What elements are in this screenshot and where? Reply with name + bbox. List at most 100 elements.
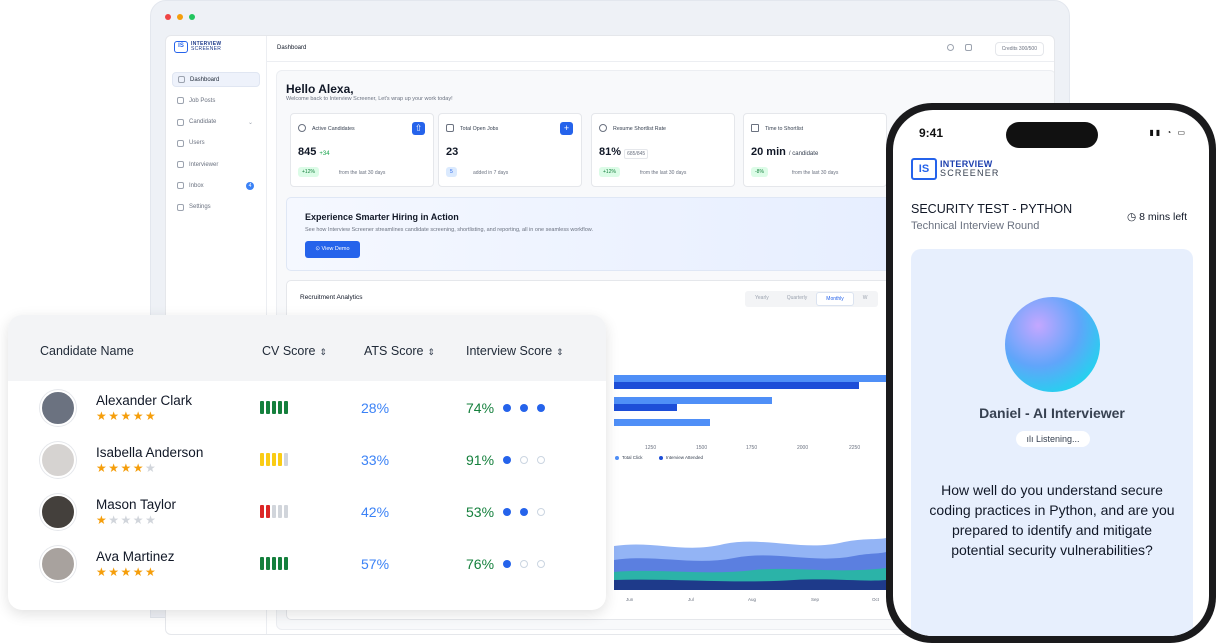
stat-card-active-candidates: Active Candidates ⇧ 845 +34 +12% from th…: [290, 113, 434, 187]
briefcase-icon: [177, 97, 184, 105]
sort-icon: ⇕: [556, 347, 564, 357]
stat-label: Resume Shortlist Rate: [613, 126, 666, 132]
timer: ◷ 8 mins left: [1127, 211, 1187, 223]
trend-note: added in 7 days: [473, 170, 509, 176]
interviewer-name: Daniel - AI Interviewer: [979, 405, 1125, 421]
x-tick: 1250: [645, 445, 657, 451]
interviewer-panel: Daniel - AI Interviewer ılı Listening...…: [911, 249, 1193, 636]
upload-button[interactable]: ⇧: [412, 122, 425, 135]
stat-value: 845 +34: [298, 146, 330, 158]
user-icon: [298, 124, 306, 132]
period-monthly[interactable]: Monthly: [816, 292, 854, 306]
view-demo-button[interactable]: ⊙ View Demo: [305, 241, 360, 258]
x-tick: 2000: [797, 445, 809, 451]
interview-question: How well do you understand secure coding…: [929, 482, 1175, 558]
status-time: 9:41: [919, 126, 944, 140]
month-tick: Oct: [872, 597, 880, 602]
candidate-name[interactable]: Ava Martinez: [96, 549, 175, 564]
sidebar-item-dashboard[interactable]: Dashboard: [172, 72, 260, 87]
candidate-table-card: Candidate Name CV Score ⇕ ATS Score ⇕ Inte…: [8, 315, 606, 610]
check-circle-icon: [599, 124, 607, 132]
period-quarterly[interactable]: Quarterly: [778, 292, 817, 306]
close-dot[interactable]: [165, 14, 171, 20]
stat-number: 20 min: [751, 146, 786, 158]
table-row[interactable]: Isabella Anderson ★★★★★ 33% 91%: [8, 438, 606, 490]
banner-text: See how Interview Screener streamlines c…: [305, 227, 593, 233]
dynamic-island: [1006, 122, 1098, 148]
cv-score-bars: [260, 557, 288, 570]
sidebar-item-label: Settings: [189, 204, 211, 211]
chart-bar: [614, 404, 677, 411]
sort-icon: ⇕: [427, 347, 436, 357]
sidebar-item-interviewer[interactable]: Interviewer: [172, 157, 260, 172]
sidebar-item-candidate[interactable]: Candidate ⌄: [172, 115, 260, 130]
banner-title: Experience Smarter Hiring in Action: [305, 212, 459, 222]
legend-interview-attended: Interview Attended: [659, 455, 703, 460]
trend-note: from the last 30 days: [640, 170, 687, 176]
phone-mockup: 9:41 ▮▮ ◔ ▭ IS INTERVIEW SCREENER SECURI…: [886, 103, 1216, 643]
header-interview-score[interactable]: Interview Score ⇕: [466, 344, 564, 358]
app-logo: IS INTERVIEW SCREENER: [174, 41, 221, 53]
x-tick: 1750: [746, 445, 758, 451]
sidebar-item-inbox[interactable]: Inbox 4: [172, 178, 260, 193]
minimize-dot[interactable]: [177, 14, 183, 20]
greeting: Hello Alexa,: [286, 82, 354, 96]
candidate-name[interactable]: Alexander Clark: [96, 393, 192, 408]
sidebar-item-settings[interactable]: Settings: [172, 200, 260, 215]
jobs-added-chip: 5: [446, 167, 457, 177]
status-icons: ▮▮ ◔ ▭: [1149, 128, 1187, 137]
listening-badge: ılı Listening...: [1016, 431, 1090, 447]
sidebar-item-job-posts[interactable]: Job Posts: [172, 93, 260, 108]
sidebar-item-label: Inbox: [189, 182, 204, 189]
briefcase-icon: [446, 124, 454, 132]
header-ats-score[interactable]: ATS Score ⇕: [364, 344, 435, 358]
add-job-button[interactable]: +: [560, 122, 573, 135]
header-candidate-name: Candidate Name: [40, 344, 134, 358]
cv-score-bars: [260, 401, 288, 414]
phone-screen: 9:41 ▮▮ ◔ ▭ IS INTERVIEW SCREENER SECURI…: [893, 110, 1209, 636]
avatar: [40, 390, 76, 426]
sidebar-nav: Dashboard Job Posts Candidate ⌄ Users Int…: [172, 72, 260, 221]
interview-score: 76%: [466, 556, 495, 572]
interview-score-dots: [503, 508, 545, 516]
ats-score: 42%: [361, 504, 390, 520]
interview-score-dots: [503, 404, 545, 412]
stat-unit: / candidate: [788, 151, 819, 157]
stat-label: Time to Shortlist: [765, 126, 804, 132]
cv-score-bars: [260, 453, 288, 466]
period-weekly[interactable]: W: [854, 292, 877, 306]
chart-bar: [614, 375, 886, 382]
table-row[interactable]: Mason Taylor ★★★★★ 42% 53%: [8, 490, 606, 542]
header-cv-score[interactable]: CV Score ⇕: [262, 344, 327, 358]
table-row[interactable]: Ava Martinez ★★★★★ 57% 76%: [8, 542, 606, 594]
table-row[interactable]: Alexander Clark ★★★★★ 28% 74%: [8, 386, 606, 438]
stat-value: 81% 685/845: [599, 146, 649, 159]
x-tick: 2250: [849, 445, 861, 451]
maximize-dot[interactable]: [189, 14, 195, 20]
candidate-name[interactable]: Isabella Anderson: [96, 445, 203, 460]
bell-icon[interactable]: [965, 44, 972, 51]
stat-number: 81%: [599, 146, 622, 158]
stat-delta: +34: [319, 151, 330, 157]
page-title: Dashboard: [277, 45, 307, 51]
test-title: SECURITY TEST - PYTHON: [911, 202, 1073, 216]
sidebar-item-users[interactable]: Users: [172, 136, 260, 151]
avatar: [40, 494, 76, 530]
stat-value: 23: [446, 146, 459, 158]
month-tick: Aug: [748, 597, 757, 602]
sidebar-item-label: Dashboard: [190, 76, 220, 83]
period-yearly[interactable]: Yearly: [746, 292, 778, 306]
moon-icon[interactable]: [947, 44, 954, 51]
stat-card-open-jobs: Total Open Jobs + 23 5 added in 7 days: [438, 113, 582, 187]
welcome-text: Welcome back to Interview Screener, Let'…: [286, 96, 453, 102]
credits-counter[interactable]: Credits 300/500: [994, 42, 1044, 56]
inbox-count-badge: 4: [246, 181, 254, 190]
candidate-name[interactable]: Mason Taylor: [96, 497, 176, 512]
month-tick: Jun: [626, 597, 634, 602]
chevron-down-icon: ⌄: [247, 119, 253, 126]
ats-score: 28%: [361, 400, 390, 416]
interview-score: 53%: [466, 504, 495, 520]
waveform-icon: ılı: [1026, 434, 1034, 444]
star-rating: ★★★★★: [96, 513, 158, 527]
interview-score: 91%: [466, 452, 495, 468]
